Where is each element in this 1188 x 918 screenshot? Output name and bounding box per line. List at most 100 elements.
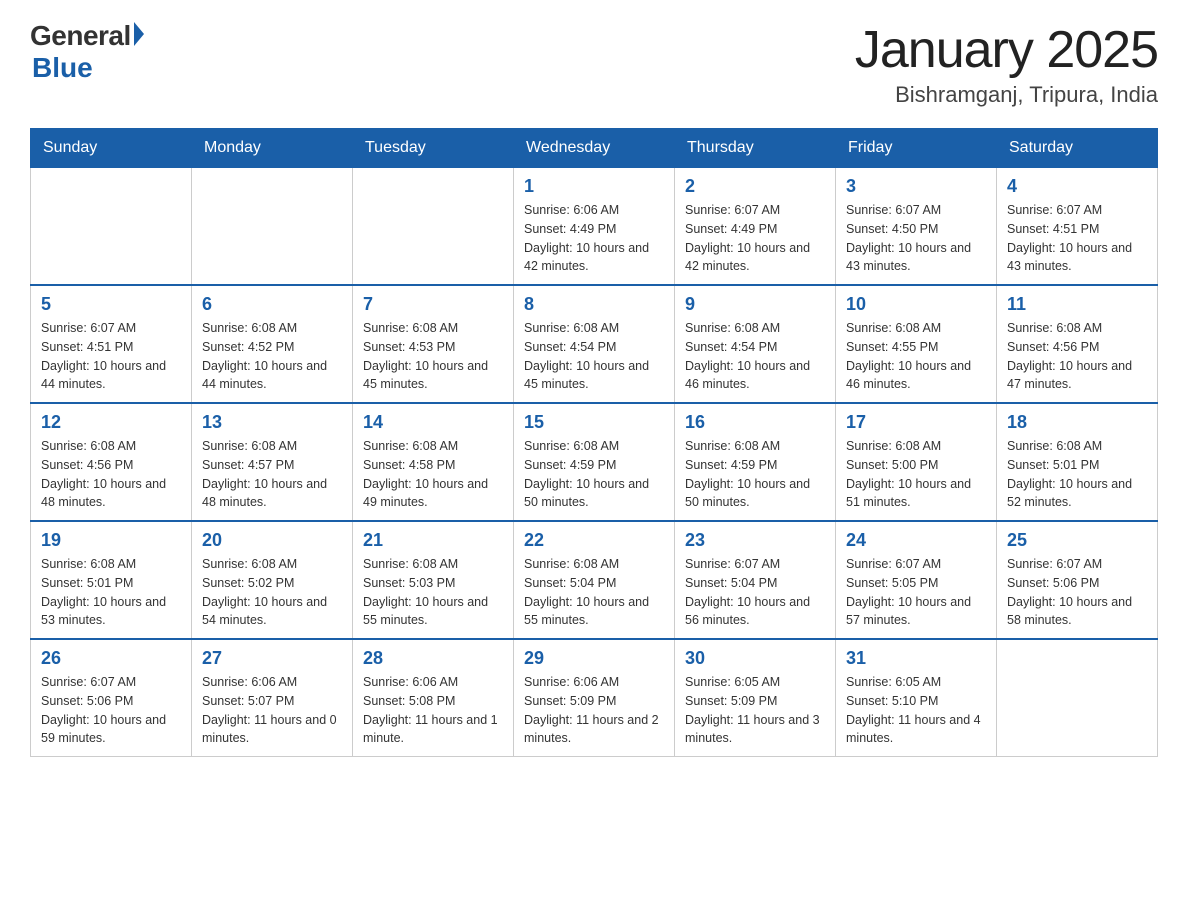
day-info: Sunrise: 6:07 AM Sunset: 5:04 PM Dayligh… — [685, 555, 825, 630]
calendar-cell: 5 Sunrise: 6:07 AM Sunset: 4:51 PM Daylig… — [31, 285, 192, 403]
day-number: 2 — [685, 176, 825, 197]
calendar-cell: 12 Sunrise: 6:08 AM Sunset: 4:56 PM Dayli… — [31, 403, 192, 521]
day-number: 26 — [41, 648, 181, 669]
calendar-cell — [31, 168, 192, 286]
calendar-cell: 26 Sunrise: 6:07 AM Sunset: 5:06 PM Dayli… — [31, 639, 192, 757]
day-number: 6 — [202, 294, 342, 315]
week-row-3: 12 Sunrise: 6:08 AM Sunset: 4:56 PM Dayli… — [31, 403, 1158, 521]
calendar-cell: 21 Sunrise: 6:08 AM Sunset: 5:03 PM Dayli… — [353, 521, 514, 639]
day-info: Sunrise: 6:06 AM Sunset: 5:07 PM Dayligh… — [202, 673, 342, 748]
day-number: 23 — [685, 530, 825, 551]
calendar-header-monday: Monday — [192, 129, 353, 168]
day-info: Sunrise: 6:08 AM Sunset: 5:04 PM Dayligh… — [524, 555, 664, 630]
day-info: Sunrise: 6:08 AM Sunset: 4:59 PM Dayligh… — [685, 437, 825, 512]
day-number: 3 — [846, 176, 986, 197]
calendar-header-thursday: Thursday — [675, 129, 836, 168]
day-number: 4 — [1007, 176, 1147, 197]
day-info: Sunrise: 6:05 AM Sunset: 5:09 PM Dayligh… — [685, 673, 825, 748]
logo-blue-text: Blue — [32, 52, 93, 84]
day-info: Sunrise: 6:05 AM Sunset: 5:10 PM Dayligh… — [846, 673, 986, 748]
day-info: Sunrise: 6:07 AM Sunset: 4:51 PM Dayligh… — [1007, 201, 1147, 276]
day-number: 14 — [363, 412, 503, 433]
calendar-cell: 30 Sunrise: 6:05 AM Sunset: 5:09 PM Dayli… — [675, 639, 836, 757]
calendar-cell: 11Sunrise: 6:08 AM Sunset: 4:56 PM Dayli… — [997, 285, 1158, 403]
calendar-cell: 23 Sunrise: 6:07 AM Sunset: 5:04 PM Dayli… — [675, 521, 836, 639]
week-row-5: 26 Sunrise: 6:07 AM Sunset: 5:06 PM Dayli… — [31, 639, 1158, 757]
logo-arrow-icon — [134, 22, 144, 46]
day-number: 5 — [41, 294, 181, 315]
day-number: 13 — [202, 412, 342, 433]
calendar-cell: 18Sunrise: 6:08 AM Sunset: 5:01 PM Dayli… — [997, 403, 1158, 521]
calendar-header-saturday: Saturday — [997, 129, 1158, 168]
day-info: Sunrise: 6:06 AM Sunset: 5:09 PM Dayligh… — [524, 673, 664, 748]
calendar-cell: 28Sunrise: 6:06 AM Sunset: 5:08 PM Dayli… — [353, 639, 514, 757]
calendar-cell: 17 Sunrise: 6:08 AM Sunset: 5:00 PM Dayli… — [836, 403, 997, 521]
calendar-cell: 10Sunrise: 6:08 AM Sunset: 4:55 PM Dayli… — [836, 285, 997, 403]
calendar-cell: 8Sunrise: 6:08 AM Sunset: 4:54 PM Daylig… — [514, 285, 675, 403]
day-info: Sunrise: 6:08 AM Sunset: 4:52 PM Dayligh… — [202, 319, 342, 394]
day-info: Sunrise: 6:08 AM Sunset: 5:01 PM Dayligh… — [41, 555, 181, 630]
calendar-cell — [192, 168, 353, 286]
day-info: Sunrise: 6:08 AM Sunset: 4:57 PM Dayligh… — [202, 437, 342, 512]
day-number: 16 — [685, 412, 825, 433]
calendar-cell: 31 Sunrise: 6:05 AM Sunset: 5:10 PM Dayli… — [836, 639, 997, 757]
calendar-header-wednesday: Wednesday — [514, 129, 675, 168]
day-number: 8 — [524, 294, 664, 315]
logo-general-text: General — [30, 20, 131, 52]
day-number: 17 — [846, 412, 986, 433]
calendar-cell: 22 Sunrise: 6:08 AM Sunset: 5:04 PM Dayli… — [514, 521, 675, 639]
day-number: 31 — [846, 648, 986, 669]
title-area: January 2025 Bishramganj, Tripura, India — [855, 20, 1158, 108]
day-info: Sunrise: 6:07 AM Sunset: 4:50 PM Dayligh… — [846, 201, 986, 276]
calendar-cell: 19 Sunrise: 6:08 AM Sunset: 5:01 PM Dayli… — [31, 521, 192, 639]
day-number: 18 — [1007, 412, 1147, 433]
day-number: 22 — [524, 530, 664, 551]
day-info: Sunrise: 6:08 AM Sunset: 5:03 PM Dayligh… — [363, 555, 503, 630]
calendar-cell: 29 Sunrise: 6:06 AM Sunset: 5:09 PM Dayli… — [514, 639, 675, 757]
calendar-cell: 3 Sunrise: 6:07 AM Sunset: 4:50 PM Daylig… — [836, 168, 997, 286]
calendar-cell: 13 Sunrise: 6:08 AM Sunset: 4:57 PM Dayli… — [192, 403, 353, 521]
calendar-cell: 9Sunrise: 6:08 AM Sunset: 4:54 PM Daylig… — [675, 285, 836, 403]
day-info: Sunrise: 6:07 AM Sunset: 4:51 PM Dayligh… — [41, 319, 181, 394]
day-info: Sunrise: 6:08 AM Sunset: 4:58 PM Dayligh… — [363, 437, 503, 512]
calendar-cell: 4 Sunrise: 6:07 AM Sunset: 4:51 PM Daylig… — [997, 168, 1158, 286]
day-number: 30 — [685, 648, 825, 669]
calendar-cell: 14 Sunrise: 6:08 AM Sunset: 4:58 PM Dayli… — [353, 403, 514, 521]
day-info: Sunrise: 6:06 AM Sunset: 4:49 PM Dayligh… — [524, 201, 664, 276]
day-info: Sunrise: 6:07 AM Sunset: 5:06 PM Dayligh… — [41, 673, 181, 748]
calendar-cell: 16 Sunrise: 6:08 AM Sunset: 4:59 PM Dayli… — [675, 403, 836, 521]
week-row-1: 1Sunrise: 6:06 AM Sunset: 4:49 PM Daylig… — [31, 168, 1158, 286]
day-info: Sunrise: 6:08 AM Sunset: 4:53 PM Dayligh… — [363, 319, 503, 394]
calendar-cell: 7 Sunrise: 6:08 AM Sunset: 4:53 PM Daylig… — [353, 285, 514, 403]
calendar-header-row: SundayMondayTuesdayWednesdayThursdayFrid… — [31, 129, 1158, 168]
calendar-cell: 25Sunrise: 6:07 AM Sunset: 5:06 PM Dayli… — [997, 521, 1158, 639]
day-info: Sunrise: 6:07 AM Sunset: 4:49 PM Dayligh… — [685, 201, 825, 276]
calendar-header-tuesday: Tuesday — [353, 129, 514, 168]
calendar-cell: 15Sunrise: 6:08 AM Sunset: 4:59 PM Dayli… — [514, 403, 675, 521]
day-number: 25 — [1007, 530, 1147, 551]
day-number: 7 — [363, 294, 503, 315]
location: Bishramganj, Tripura, India — [855, 82, 1158, 108]
day-info: Sunrise: 6:08 AM Sunset: 4:54 PM Dayligh… — [685, 319, 825, 394]
page-header: General Blue January 2025 Bishramganj, T… — [30, 20, 1158, 108]
calendar-cell: 6 Sunrise: 6:08 AM Sunset: 4:52 PM Daylig… — [192, 285, 353, 403]
calendar-cell: 27Sunrise: 6:06 AM Sunset: 5:07 PM Dayli… — [192, 639, 353, 757]
day-info: Sunrise: 6:08 AM Sunset: 4:56 PM Dayligh… — [41, 437, 181, 512]
day-number: 10 — [846, 294, 986, 315]
day-info: Sunrise: 6:08 AM Sunset: 4:59 PM Dayligh… — [524, 437, 664, 512]
calendar-header-friday: Friday — [836, 129, 997, 168]
month-title: January 2025 — [855, 20, 1158, 80]
logo: General Blue — [30, 20, 144, 84]
calendar-cell — [353, 168, 514, 286]
day-number: 12 — [41, 412, 181, 433]
day-info: Sunrise: 6:06 AM Sunset: 5:08 PM Dayligh… — [363, 673, 503, 748]
day-info: Sunrise: 6:08 AM Sunset: 4:56 PM Dayligh… — [1007, 319, 1147, 394]
day-info: Sunrise: 6:08 AM Sunset: 5:02 PM Dayligh… — [202, 555, 342, 630]
day-number: 19 — [41, 530, 181, 551]
day-info: Sunrise: 6:08 AM Sunset: 5:00 PM Dayligh… — [846, 437, 986, 512]
week-row-2: 5 Sunrise: 6:07 AM Sunset: 4:51 PM Daylig… — [31, 285, 1158, 403]
calendar-cell: 1Sunrise: 6:06 AM Sunset: 4:49 PM Daylig… — [514, 168, 675, 286]
calendar-cell: 20Sunrise: 6:08 AM Sunset: 5:02 PM Dayli… — [192, 521, 353, 639]
day-number: 29 — [524, 648, 664, 669]
day-number: 21 — [363, 530, 503, 551]
